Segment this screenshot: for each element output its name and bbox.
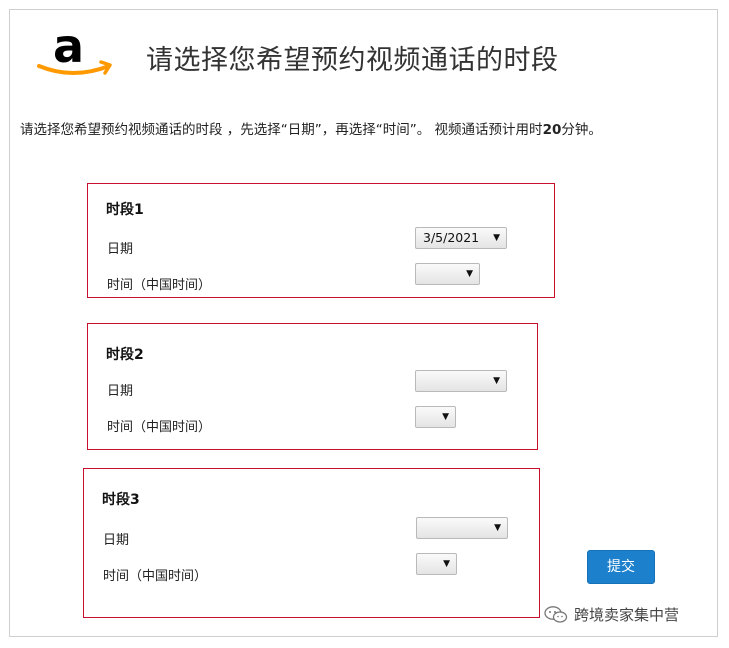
slot-3-time-select[interactable]: ▼ xyxy=(416,553,457,575)
chevron-down-icon: ▼ xyxy=(443,559,450,569)
instructions-after: 分钟。 xyxy=(561,122,602,138)
slot-3-title: 时段3 xyxy=(102,492,140,508)
svg-text:a: a xyxy=(53,22,84,73)
chevron-down-icon: ▼ xyxy=(493,376,500,386)
watermark: 跨境卖家集中营 xyxy=(544,604,679,625)
wechat-icon xyxy=(544,605,568,623)
slot-1: 时段1 日期 时间（中国时间） 3/5/2021 ▼ ▼ xyxy=(87,183,555,298)
slot-2: 时段2 日期 时间（中国时间） ▼ ▼ xyxy=(87,323,538,450)
slot-1-time-select[interactable]: ▼ xyxy=(415,263,480,285)
slot-3: 时段3 日期 时间（中国时间） ▼ ▼ xyxy=(83,468,540,618)
instructions-text: 请选择您希望预约视频通话的时段 ，先选择“日期”，再选择“时间”。 视频通话预计… xyxy=(20,118,602,138)
slot-1-date-value: 3/5/2021 xyxy=(423,230,480,245)
instructions-before: 请选择您希望预约视频通话的时段 ，先选择“日期”，再选择“时间”。 视频通话预计… xyxy=(20,122,543,138)
amazon-logo-icon: a xyxy=(37,22,112,75)
slot-2-date-label: 日期 xyxy=(107,384,134,399)
slot-1-date-select[interactable]: 3/5/2021 ▼ xyxy=(415,227,507,249)
instructions-duration: 20 xyxy=(542,122,562,138)
slot-2-date-select[interactable]: ▼ xyxy=(415,370,507,392)
watermark-text: 跨境卖家集中营 xyxy=(574,606,680,624)
chevron-down-icon: ▼ xyxy=(494,523,501,533)
slot-1-title: 时段1 xyxy=(106,202,144,218)
slot-2-time-label: 时间（中国时间） xyxy=(107,420,212,435)
slot-3-time-label: 时间（中国时间） xyxy=(103,569,208,584)
chevron-down-icon: ▼ xyxy=(466,269,473,279)
slot-2-time-select[interactable]: ▼ xyxy=(415,406,456,428)
submit-button[interactable]: 提交 xyxy=(587,550,655,584)
slot-3-date-select[interactable]: ▼ xyxy=(416,517,508,539)
slot-2-title: 时段2 xyxy=(106,347,144,363)
slot-1-time-label: 时间（中国时间） xyxy=(107,278,212,293)
slot-1-date-label: 日期 xyxy=(107,242,134,257)
page-title: 请选择您希望预约视频通话的时段 xyxy=(146,45,559,76)
chevron-down-icon: ▼ xyxy=(442,412,449,422)
chevron-down-icon: ▼ xyxy=(493,233,500,243)
slot-3-date-label: 日期 xyxy=(103,533,130,548)
